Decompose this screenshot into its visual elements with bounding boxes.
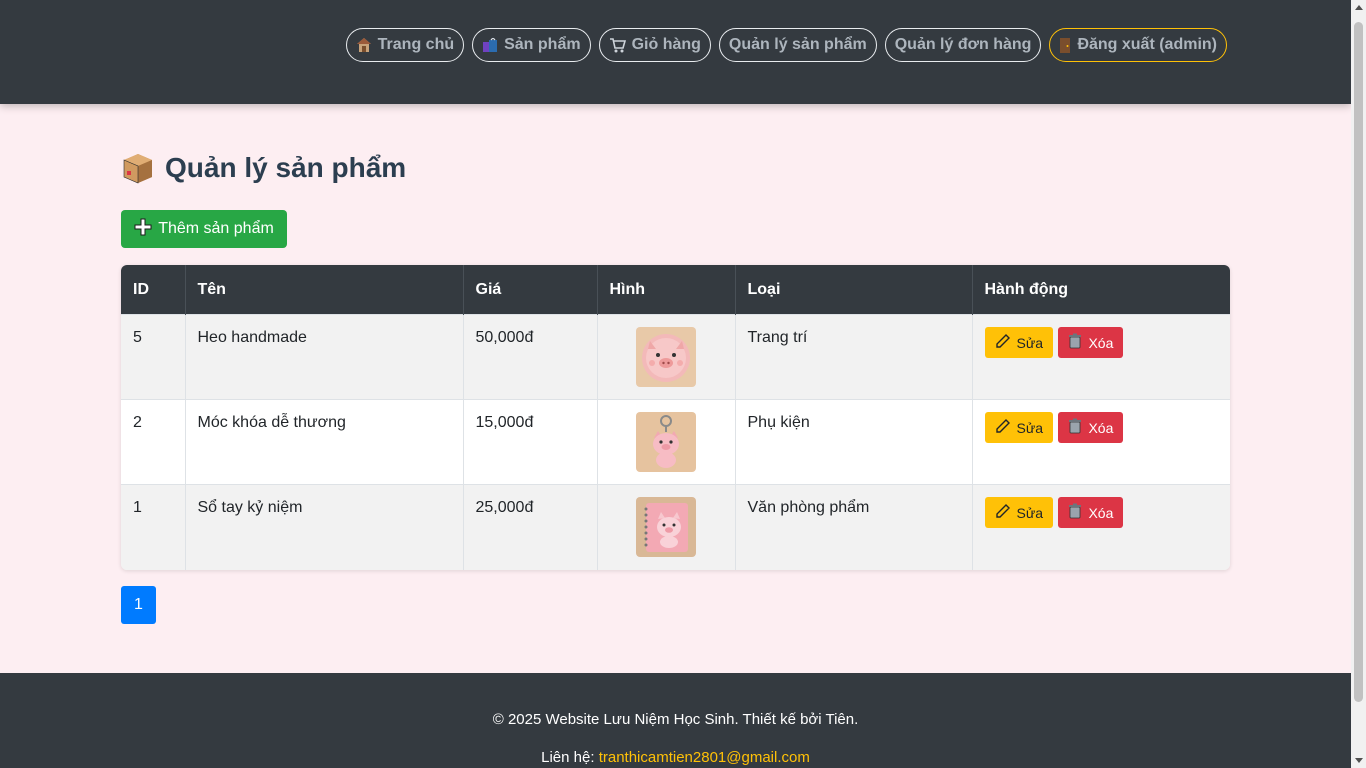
top-navbar: Trang chủ Sản phẩm Giỏ hàng Quản lý sản … [0, 0, 1351, 104]
edit-button[interactable]: Sửa [984, 412, 1053, 443]
nav-manage-orders-button[interactable]: Quản lý đơn hàng [884, 28, 1042, 62]
nav-home-button[interactable]: Trang chủ [345, 28, 465, 62]
nav-menu: Trang chủ Sản phẩm Giỏ hàng Quản lý sản … [345, 28, 1227, 62]
pig-coaster-image [636, 327, 696, 387]
page-scrollbar[interactable] [1351, 0, 1366, 768]
product-price: 50,000đ [463, 314, 598, 400]
product-name: Sổ tay kỷ niệm [185, 484, 464, 570]
scroll-up-arrow[interactable] [1351, 0, 1366, 15]
door-icon [1059, 37, 1071, 53]
page-1-button[interactable]: 1 [121, 586, 156, 624]
pig-keychain-image [636, 412, 696, 472]
footer: © 2025 Website Lưu Niệm Học Sinh. Thiết … [0, 673, 1351, 768]
nav-home-label: Trang chủ [377, 36, 455, 53]
delete-label: Xóa [1088, 419, 1114, 436]
add-product-label: Thêm sản phẩm [158, 220, 274, 237]
scroll-down-arrow[interactable] [1351, 753, 1366, 768]
edit-button[interactable]: Sửa [984, 327, 1053, 358]
footer-copyright: © 2025 Website Lưu Niệm Học Sinh. Thiết … [492, 711, 859, 728]
contact-label: Liên hệ: [541, 749, 595, 766]
trash-icon [1068, 333, 1082, 352]
product-price: 25,000đ [463, 484, 598, 570]
column-header: Loại [735, 265, 973, 315]
main-content: Quản lý sản phẩm Thêm sản phẩm ID Tên Gi… [121, 150, 1230, 624]
nav-cart-label: Giỏ hàng [631, 36, 701, 53]
delete-label: Xóa [1088, 334, 1114, 351]
cart-icon [609, 37, 626, 53]
trash-icon [1068, 503, 1082, 522]
nav-products-button[interactable]: Sản phẩm [472, 28, 591, 62]
product-category: Trang trí [735, 314, 973, 400]
nav-logout-label: Đăng xuất (admin) [1077, 36, 1217, 53]
page-title-text: Quản lý sản phẩm [165, 152, 407, 183]
scroll-thumb[interactable] [1354, 22, 1363, 702]
table-row: 1 Sổ tay kỷ niệm 25,000đ Văn phòng phẩm … [121, 484, 1230, 570]
plus-icon [134, 218, 152, 241]
edit-label: Sửa [1016, 334, 1044, 351]
product-category: Văn phòng phẩm [735, 484, 973, 570]
column-header: ID [121, 265, 186, 315]
contact-email-link[interactable]: tranthicamtien2801@gmail.com [599, 749, 810, 766]
add-product-button[interactable]: Thêm sản phẩm [121, 210, 287, 248]
pencil-icon [995, 333, 1011, 352]
table-row: 5 Heo handmade 50,000đ Trang trí Sửa Xóa [121, 314, 1230, 400]
nav-manage-products-label: Quản lý sản phẩm [728, 36, 867, 53]
product-name: Móc khóa dễ thương [185, 399, 464, 485]
products-table: ID Tên Giá Hình Loại Hành động 5 Heo han… [121, 265, 1230, 570]
pagination: 1 [121, 586, 156, 624]
column-header: Tên [185, 265, 464, 315]
product-id: 5 [121, 314, 186, 400]
column-header: Hành động [984, 280, 1069, 298]
delete-button[interactable]: Xóa [1058, 412, 1124, 443]
edit-button[interactable]: Sửa [984, 497, 1053, 528]
nav-manage-products-button[interactable]: Quản lý sản phẩm [718, 28, 877, 62]
edit-label: Sửa [1016, 504, 1044, 521]
product-category: Phụ kiện [735, 399, 973, 485]
table-header-row: ID Tên Giá Hình Loại Hành động [121, 265, 1230, 315]
delete-button[interactable]: Xóa [1058, 327, 1124, 358]
product-id: 2 [121, 399, 186, 485]
product-name: Heo handmade [185, 314, 464, 400]
house-icon [356, 37, 372, 53]
pencil-icon [995, 503, 1011, 522]
nav-cart-button[interactable]: Giỏ hàng [598, 28, 711, 62]
column-header: Giá [463, 265, 598, 315]
column-header: Hình [597, 265, 736, 315]
nav-manage-orders-label: Quản lý đơn hàng [894, 36, 1032, 53]
footer-contact: Liên hệ: tranthicamtien2801@gmail.com [0, 749, 1351, 766]
product-id: 1 [121, 484, 186, 570]
trash-icon [1068, 418, 1082, 437]
delete-label: Xóa [1088, 504, 1114, 521]
delete-button[interactable]: Xóa [1058, 497, 1124, 528]
edit-label: Sửa [1016, 419, 1044, 436]
nav-products-label: Sản phẩm [504, 36, 581, 53]
shopping-bags-icon [482, 37, 498, 53]
nav-logout-button[interactable]: Đăng xuất (admin) [1049, 28, 1227, 62]
page-title: Quản lý sản phẩm [121, 150, 1230, 186]
product-price: 15,000đ [463, 399, 598, 485]
table-row: 2 Móc khóa dễ thương 15,000đ Phụ kiện Sử… [121, 399, 1230, 485]
pencil-icon [995, 418, 1011, 437]
package-icon [121, 151, 155, 185]
pig-notebook-image [636, 497, 696, 557]
